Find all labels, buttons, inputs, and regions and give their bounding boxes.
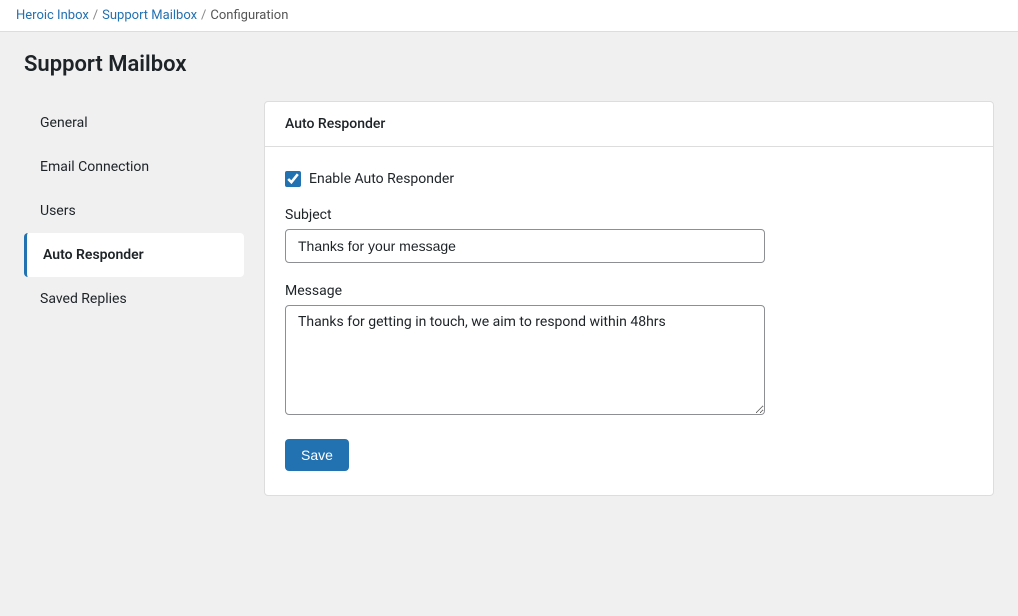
breadcrumb: Heroic Inbox / Support Mailbox / Configu…	[16, 8, 1002, 23]
sidebar-item-saved-replies-label: Saved Replies	[40, 291, 127, 307]
sidebar: General Email Connection Users Auto Resp…	[24, 101, 244, 496]
content-layout: General Email Connection Users Auto Resp…	[24, 101, 994, 496]
section-body: Enable Auto Responder Subject Message Sa…	[265, 147, 993, 495]
subject-label: Subject	[285, 207, 973, 223]
main-content: Auto Responder Enable Auto Responder Sub…	[264, 101, 994, 496]
breadcrumb-current: Configuration	[210, 8, 288, 23]
message-label: Message	[285, 283, 973, 299]
enable-auto-responder-checkbox[interactable]	[285, 171, 301, 187]
breadcrumb-link-heroic-inbox[interactable]: Heroic Inbox	[16, 8, 89, 23]
section-header: Auto Responder	[265, 102, 993, 147]
breadcrumb-sep-2: /	[201, 8, 206, 23]
message-form-group: Message	[285, 283, 973, 419]
sidebar-item-users-label: Users	[40, 203, 76, 219]
subject-input[interactable]	[285, 229, 765, 263]
message-textarea[interactable]	[285, 305, 765, 415]
sidebar-item-auto-responder[interactable]: Auto Responder	[24, 233, 244, 277]
breadcrumb-link-support-mailbox[interactable]: Support Mailbox	[102, 8, 197, 23]
checkbox-row: Enable Auto Responder	[285, 171, 973, 187]
sidebar-item-general[interactable]: General	[24, 101, 244, 145]
sidebar-item-auto-responder-label: Auto Responder	[43, 247, 144, 263]
sidebar-item-general-label: General	[40, 115, 88, 131]
breadcrumb-bar: Heroic Inbox / Support Mailbox / Configu…	[0, 0, 1018, 32]
sidebar-item-email-connection-label: Email Connection	[40, 159, 149, 175]
page-title: Support Mailbox	[24, 52, 994, 77]
sidebar-item-email-connection[interactable]: Email Connection	[24, 145, 244, 189]
sidebar-item-users[interactable]: Users	[24, 189, 244, 233]
page-wrapper: Support Mailbox General Email Connection…	[0, 32, 1018, 516]
save-button[interactable]: Save	[285, 439, 349, 471]
breadcrumb-sep-1: /	[93, 8, 98, 23]
subject-form-group: Subject	[285, 207, 973, 263]
sidebar-item-saved-replies[interactable]: Saved Replies	[24, 277, 244, 321]
enable-auto-responder-label[interactable]: Enable Auto Responder	[309, 171, 454, 187]
section-title: Auto Responder	[285, 116, 385, 132]
